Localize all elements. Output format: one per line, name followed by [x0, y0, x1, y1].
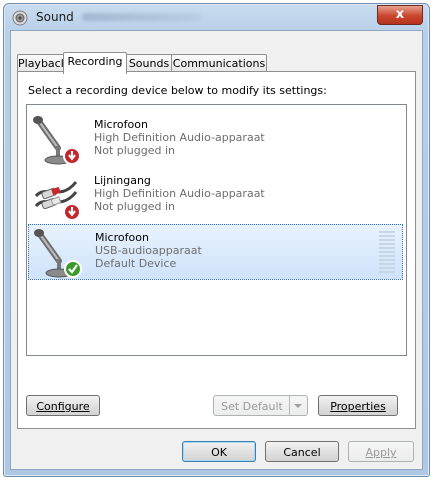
- device-driver: High Definition Audio-apparaat: [94, 187, 265, 200]
- set-default-label: Set Default: [221, 400, 283, 413]
- device-name: Lijningang: [94, 174, 151, 187]
- device-item-microfoon-hda[interactable]: Microfoon High Definition Audio-apparaat…: [28, 112, 403, 168]
- cancel-button[interactable]: Cancel: [265, 441, 339, 462]
- device-status: Not plugged in: [94, 144, 176, 157]
- set-default-button[interactable]: Set Default: [213, 395, 308, 416]
- chevron-down-icon[interactable]: [289, 396, 307, 415]
- blurred-title-region: [82, 13, 202, 21]
- configure-label: Configure: [36, 400, 90, 413]
- tab-recording[interactable]: Recording: [63, 52, 127, 74]
- recording-panel: Select a recording device below to modif…: [17, 71, 416, 429]
- sound-dialog: Sound x Playback Recording Sounds Commun…: [3, 3, 430, 477]
- device-list[interactable]: Microfoon High Definition Audio-apparaat…: [26, 104, 407, 356]
- level-meter: [379, 231, 395, 275]
- device-name: Microfoon: [95, 231, 149, 244]
- configure-button[interactable]: Configure: [26, 395, 100, 416]
- line-in-cable-icon: [34, 181, 81, 221]
- device-status: Not plugged in: [94, 200, 176, 213]
- device-driver: High Definition Audio-apparaat: [94, 131, 265, 144]
- apply-button[interactable]: Apply: [348, 441, 414, 462]
- instruction-text: Select a recording device below to modif…: [28, 84, 327, 97]
- dialog-body: Playback Recording Sounds Communications…: [10, 30, 423, 470]
- unplugged-icon: [63, 203, 81, 221]
- device-item-lijningang[interactable]: Lijningang High Definition Audio-apparaa…: [28, 168, 403, 224]
- close-button[interactable]: x: [377, 5, 423, 25]
- microphone-icon: [34, 229, 82, 278]
- default-check-icon: [64, 260, 82, 278]
- speaker-icon: [12, 10, 28, 26]
- properties-label: Properties: [330, 400, 386, 413]
- properties-button[interactable]: Properties: [318, 395, 398, 416]
- device-item-microfoon-usb[interactable]: Microfoon USB-audioapparaat Default Devi…: [28, 224, 403, 280]
- title-bar[interactable]: Sound x: [4, 4, 429, 30]
- device-driver: USB-audioapparaat: [95, 244, 202, 257]
- window-title: Sound: [36, 10, 74, 24]
- device-name: Microfoon: [94, 118, 148, 131]
- tab-sounds[interactable]: Sounds: [125, 54, 173, 72]
- ok-button[interactable]: OK: [182, 441, 256, 462]
- tab-communications[interactable]: Communications: [171, 54, 267, 72]
- device-status: Default Device: [95, 257, 177, 270]
- tab-playback[interactable]: Playback: [17, 54, 67, 72]
- microphone-icon: [33, 116, 81, 165]
- unplugged-icon: [63, 147, 81, 165]
- apply-label: Apply: [365, 446, 397, 459]
